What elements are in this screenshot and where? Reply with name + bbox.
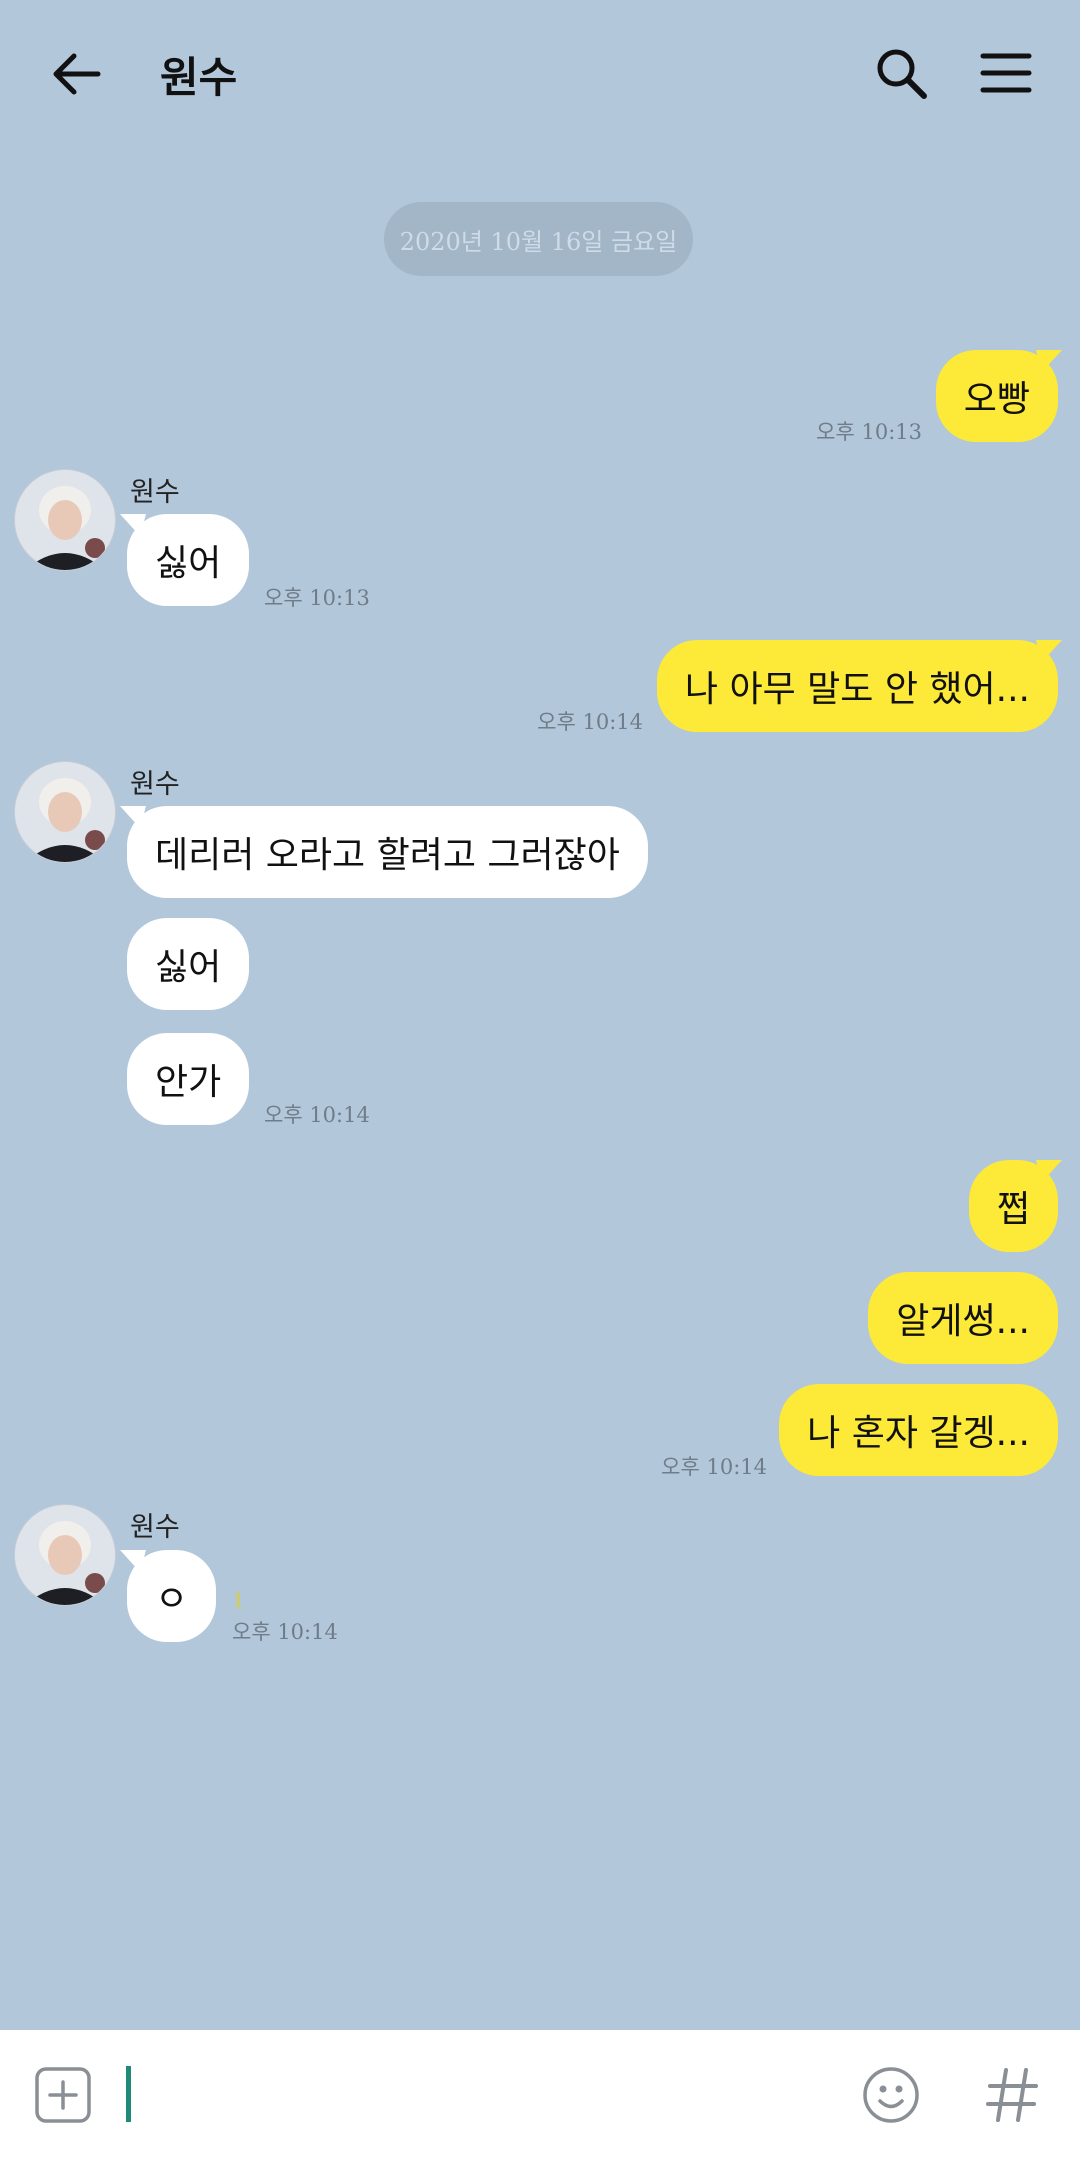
bubble-tail (1036, 1160, 1062, 1182)
message-time: 오후 10:14 (661, 1455, 767, 1479)
search-icon[interactable] (874, 46, 930, 102)
bubble-tail (120, 1550, 146, 1572)
message-text: 알게썽... (896, 1301, 1030, 1342)
their-message-bubble[interactable]: 데리러 오라고 할려고 그러잖아 (127, 806, 648, 898)
bubble-tail (1036, 350, 1062, 372)
avatar[interactable] (15, 762, 115, 862)
message-text: 싫어 (155, 543, 222, 584)
message-time: 오후 10:14 (537, 710, 643, 734)
avatar[interactable] (15, 1505, 115, 1605)
their-message-bubble[interactable]: 싫어 (127, 918, 250, 1010)
sender-name: 원수 (130, 477, 180, 508)
chat-header: 원수 (0, 0, 1080, 150)
message-text: 데리러 오라고 할려고 그러잖아 (155, 835, 620, 876)
chat-title: 원수 (160, 53, 238, 102)
message-time: 오후 10:13 (816, 420, 922, 444)
message-time: 오후 10:14 (264, 1103, 370, 1127)
bubble-tail (120, 806, 146, 828)
message-input[interactable] (126, 2066, 131, 2122)
arrow-left-icon[interactable] (48, 46, 104, 102)
plus-square-icon[interactable] (34, 2066, 92, 2124)
message-text: 나 혼자 갈겡... (807, 1413, 1030, 1454)
message-composer (0, 2030, 1080, 2157)
bubble-tail (1036, 640, 1062, 662)
message-time: 오후 10:14 (232, 1620, 338, 1644)
my-message-bubble[interactable]: 나 혼자 갈겡... (779, 1384, 1058, 1476)
date-divider: 2020년 10월 16일 금요일 (384, 202, 693, 276)
message-text: 나 아무 말도 안 했어... (684, 669, 1030, 710)
smiley-icon[interactable] (862, 2066, 920, 2124)
message-text: 오빵 (963, 379, 1030, 420)
sender-name: 원수 (130, 1512, 180, 1543)
bubble-tail (120, 514, 146, 536)
avatar[interactable] (15, 470, 115, 570)
hashtag-icon[interactable] (984, 2066, 1040, 2124)
my-message-bubble[interactable]: 알게썽... (868, 1272, 1058, 1364)
sender-name: 원수 (130, 769, 180, 800)
message-text: 안가 (155, 1062, 222, 1103)
message-text: 싫어 (155, 947, 222, 988)
hamburger-menu-icon[interactable] (980, 50, 1032, 96)
message-text: ㅇ (155, 1579, 189, 1620)
message-time: 오후 10:13 (264, 586, 370, 610)
my-message-bubble[interactable]: 나 아무 말도 안 했어... (656, 640, 1058, 732)
their-message-bubble[interactable]: 안가 (127, 1033, 250, 1125)
unread-count: 1 (232, 1588, 245, 1612)
message-text: 쩝 (996, 1189, 1030, 1230)
